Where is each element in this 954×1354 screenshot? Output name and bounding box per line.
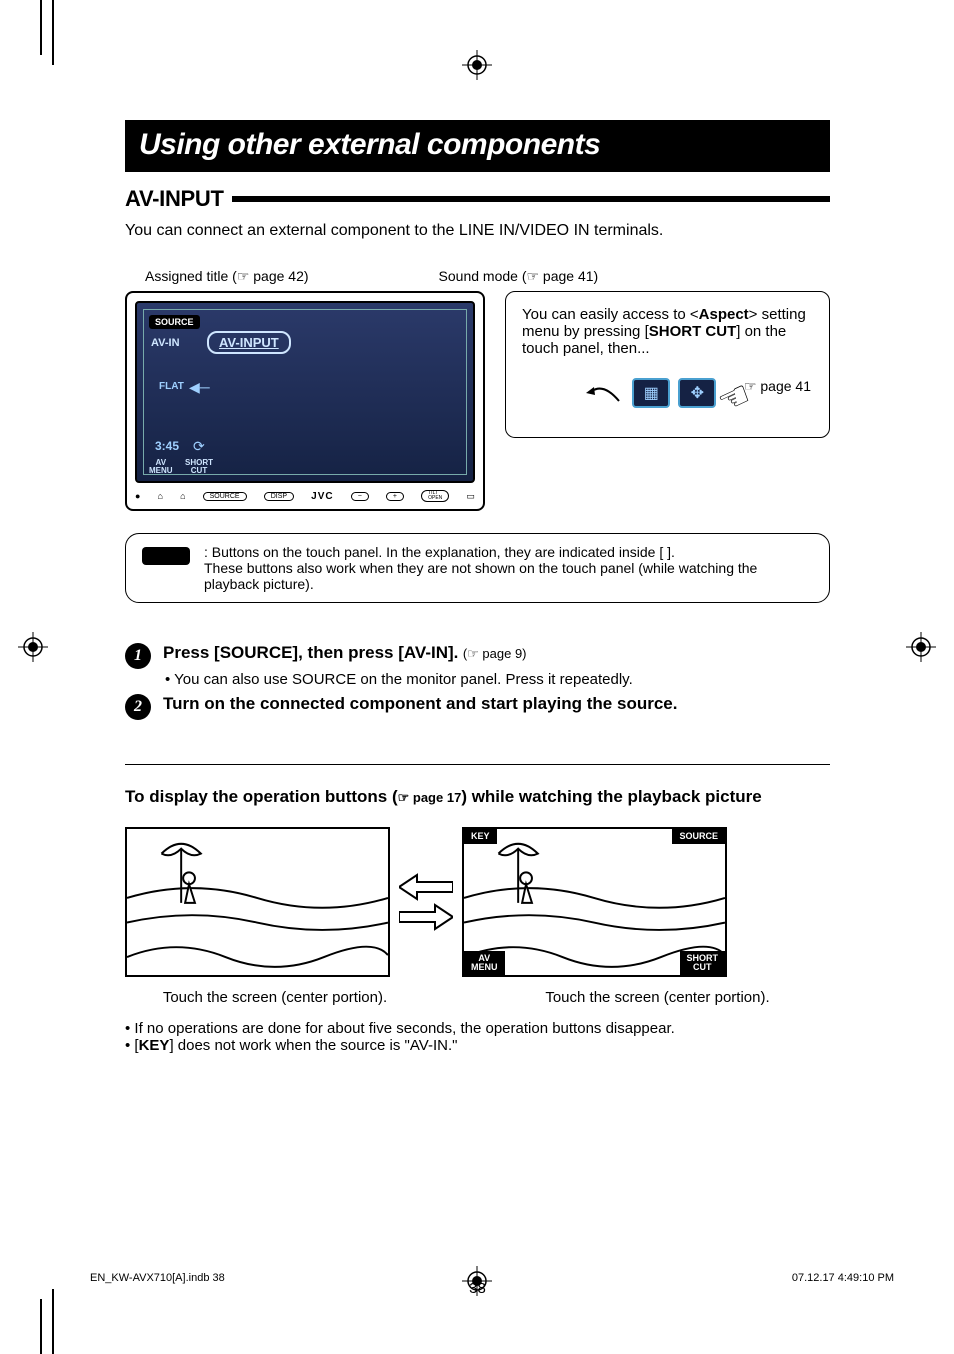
note-chip-icon (142, 547, 190, 565)
device-illustration: SOURCE AV-IN AV-INPUT FLAT ◀─ 3:45 ⟳ AV … (125, 291, 485, 511)
tip-bold-aspect: Aspect (699, 306, 749, 323)
footer-right: 07.12.17 4:49:10 PM (792, 1272, 894, 1284)
av-menu-button[interactable]: AV MENU (149, 459, 173, 475)
notes-list: If no operations are done for about five… (125, 1020, 830, 1054)
steps-list: 1 Press [SOURCE], then press [AV-IN]. (☞… (125, 643, 830, 720)
intro-text: You can connect an external component to… (125, 222, 830, 240)
crop-mark (52, 0, 54, 65)
tip-fragment: You can easily access to < (522, 306, 699, 323)
subhead-fragment: To display the operation buttons ( (125, 787, 398, 806)
short-cut-button[interactable]: SHORT CUT (185, 459, 213, 475)
registration-mark-icon (462, 50, 492, 80)
page-content: Using other external components AV-INPUT… (125, 120, 830, 1054)
hardware-controls: ● ⌂ ⌂ SOURCE DISP JVC − + TILT OPEN ▭ (135, 487, 475, 505)
footer-left: EN_KW-AVX710[A].indb 38 (90, 1272, 225, 1284)
beach-scene-icon (127, 829, 388, 977)
subhead-ref: ☞ page 17 (398, 790, 462, 805)
figure-captions: Assigned title (☞ page 42) Sound mode (☞… (125, 268, 830, 285)
step-number-icon: 1 (125, 643, 151, 669)
clock-label: 3:45 (155, 439, 179, 453)
device-screen: SOURCE AV-IN AV-INPUT FLAT ◀─ 3:45 ⟳ AV … (135, 301, 475, 483)
section-heading: AV-INPUT (125, 186, 830, 212)
note-line-1: Buttons on the touch panel. In the expla… (204, 544, 813, 560)
reset-icon: ● (135, 491, 140, 501)
hw-disp-button[interactable]: DISP (264, 492, 294, 501)
crop-mark (40, 1299, 42, 1354)
dual-figure: KEY SOURCE AV MENU SHORT CUT (125, 827, 830, 977)
move-icon-button[interactable]: ✥ (678, 378, 716, 408)
page-title: Using other external components (125, 120, 830, 172)
step-1: 1 Press [SOURCE], then press [AV-IN]. (☞… (125, 643, 830, 688)
overlay-short-cut-button[interactable]: SHORT CUT (680, 951, 726, 975)
att-icon: ⌂ (158, 491, 163, 501)
arrow-left-icon: ◀─ (189, 379, 210, 396)
aspect-tip-text: You can easily access to <Aspect> settin… (522, 306, 813, 357)
crop-mark (52, 1289, 54, 1354)
step-1-ref: (☞ page 9) (463, 646, 527, 661)
sound-mode-label: FLAT (159, 381, 184, 392)
hw-source-button[interactable]: SOURCE (203, 492, 247, 501)
section-heading-text: AV-INPUT (125, 186, 224, 212)
eject-icon: ▭ (466, 491, 475, 502)
overlay-key-button[interactable]: KEY (464, 829, 497, 844)
aspect-tip-box: You can easily access to <Aspect> settin… (505, 291, 830, 438)
bullet-bold-key: KEY (139, 1037, 170, 1054)
source-button[interactable]: SOURCE (149, 315, 200, 329)
subhead-fragment: ) while watching the playback picture (461, 787, 761, 806)
heading-rule (232, 196, 830, 202)
note-bullet-2: [KEY] does not work when the source is "… (125, 1037, 830, 1054)
note-bullet-1: If no operations are done for about five… (125, 1020, 830, 1037)
bullet-fragment: ] does not work when the source is "AV-I… (169, 1037, 457, 1054)
page-ref: ☞ page 41 (744, 378, 811, 395)
avin-title-box: AV-INPUT (207, 331, 291, 354)
caption-left: Touch the screen (center portion). (125, 989, 425, 1006)
curved-arrow-icon (584, 383, 624, 403)
step-2: 2 Turn on the connected component and st… (125, 694, 830, 720)
touch-button-note: Buttons on the touch panel. In the expla… (125, 533, 830, 603)
hw-plus-button[interactable]: + (386, 492, 404, 501)
caption-right: Touch the screen (center portion). (425, 989, 830, 1006)
divider (125, 764, 830, 765)
subheading: To display the operation buttons (☞ page… (125, 787, 830, 807)
brand-logo: JVC (311, 491, 333, 502)
print-footer: EN_KW-AVX710[A].indb 38 07.12.17 4:49:10… (90, 1272, 894, 1284)
step-2-title: Turn on the connected component and star… (163, 694, 677, 713)
repeat-icon: ⟳ (193, 438, 205, 455)
swap-arrows-icon (396, 873, 456, 931)
playback-screen-plain (125, 827, 390, 977)
registration-mark-icon (906, 632, 936, 662)
note-line-2: These buttons also work when they are no… (204, 560, 813, 592)
crop-mark (40, 0, 42, 55)
overlay-source-button[interactable]: SOURCE (672, 829, 725, 844)
overlay-av-menu-button[interactable]: AV MENU (464, 951, 505, 975)
hw-minus-button[interactable]: − (351, 492, 369, 501)
hw-open-button[interactable]: TILT OPEN (421, 490, 449, 502)
caption-sound-mode: Sound mode (☞ page 41) (439, 268, 599, 285)
tip-bold-shortcut: SHORT CUT (649, 323, 737, 340)
home-icon: ⌂ (180, 491, 185, 501)
avin-label: AV-IN (151, 337, 180, 349)
step-1-title: Press [SOURCE], then press [AV-IN]. (163, 643, 458, 662)
registration-mark-icon (18, 632, 48, 662)
step-number-icon: 2 (125, 694, 151, 720)
playback-screen-overlay: KEY SOURCE AV MENU SHORT CUT (462, 827, 727, 977)
dual-figure-captions: Touch the screen (center portion). Touch… (125, 989, 830, 1006)
step-1-sub: You can also use SOURCE on the monitor p… (165, 671, 830, 688)
aspect-icon-button[interactable]: ▦ (632, 378, 670, 408)
caption-assigned-title: Assigned title (☞ page 42) (145, 268, 309, 285)
